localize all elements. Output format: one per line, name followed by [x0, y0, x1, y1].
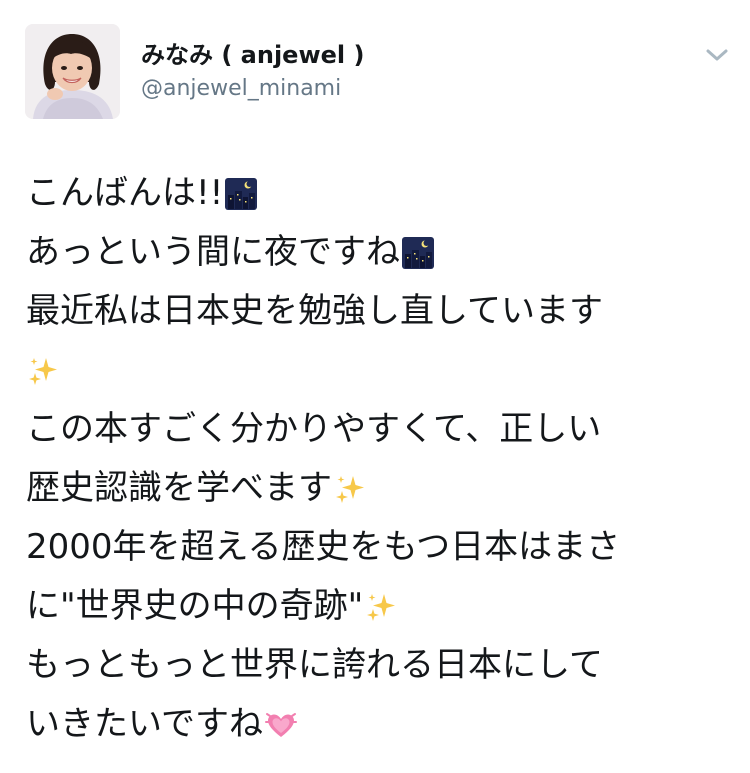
tweet-line-10: いきたいですね	[26, 695, 736, 754]
sparkles-emoji-icon	[26, 354, 60, 388]
tweet-line-text: あっという間に夜ですね	[26, 232, 400, 272]
night-city-emoji-icon	[401, 236, 435, 270]
tweet-line-3: 最近私は日本史を勉強し直しています	[26, 282, 736, 341]
tweet-line-text: 最近私は日本史を勉強し直しています	[26, 291, 603, 331]
tweet-line-1: こんばんは!!	[26, 164, 736, 223]
night-city-emoji-icon	[224, 177, 258, 211]
tweet-line-5: この本すごく分かりやすくて、正しい	[26, 400, 736, 459]
tweet-line-8: に"世界史の中の奇跡"	[26, 577, 736, 636]
growing-heart-emoji-icon	[264, 708, 298, 742]
tweet-line-text: こんばんは!!	[26, 173, 224, 213]
chevron-down-icon[interactable]	[704, 46, 730, 64]
sparkles-emoji-icon	[364, 590, 398, 624]
tweet-line-text: いきたいですね	[26, 704, 263, 744]
avatar[interactable]	[25, 24, 120, 119]
sparkles-emoji-icon	[333, 472, 367, 506]
tweet-line-4	[26, 341, 736, 400]
tweet-line-9: もっともっと世界に誇れる日本にして	[26, 636, 736, 695]
tweet-line-2: あっという間に夜ですね	[26, 223, 736, 282]
tweet-line-text: この本すごく分かりやすくて、正しい	[26, 409, 602, 449]
tweet-line-text: に"世界史の中の奇跡"	[26, 586, 364, 626]
tweet-line-text: 歴史認識を学べます	[26, 468, 332, 508]
tweet-line-text: 2000年を超える歴史をもつ日本はまさ	[26, 527, 621, 567]
tweet-text: こんばんは!! あっという間に夜ですね 最近私は日本史を勉強し直しています この…	[26, 164, 736, 754]
profile-photo	[25, 24, 120, 119]
tweet-line-7: 2000年を超える歴史をもつ日本はまさ	[26, 518, 736, 577]
tweet-line-6: 歴史認識を学べます	[26, 459, 736, 518]
user-display-name[interactable]: みなみ ( anjewel )	[141, 40, 364, 70]
user-handle[interactable]: @anjewel_minami	[141, 75, 341, 103]
tweet-line-text: もっともっと世界に誇れる日本にして	[26, 645, 603, 685]
